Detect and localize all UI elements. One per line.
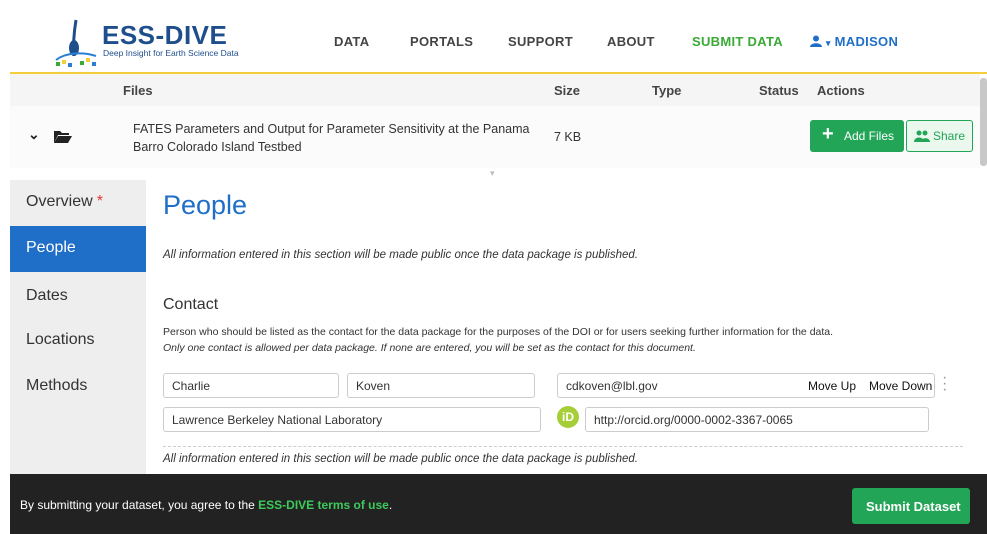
section-divider: [163, 446, 963, 447]
users-icon: [914, 130, 930, 142]
add-files-button[interactable]: + Add Files: [810, 120, 904, 152]
required-marker: *: [96, 193, 103, 210]
site-header: ESS-DIVE Deep Insight for Earth Science …: [10, 10, 987, 72]
files-table-header: Files Size Type Status Actions: [10, 74, 980, 106]
table-row: ⌄ FATES Parameters and Output for Parame…: [10, 106, 980, 168]
submit-dataset-button[interactable]: Submit Dataset: [852, 488, 970, 524]
contact-note: Only one contact is allowed per data pac…: [163, 342, 696, 354]
sidebar-item-label: Overview: [26, 193, 93, 210]
col-size: Size: [554, 83, 581, 98]
people-section: People All information entered in this s…: [146, 180, 980, 474]
user-name: MADISON: [834, 34, 899, 49]
orcid-field[interactable]: http://orcid.org/0000-0002-3367-0065: [585, 407, 929, 432]
contact-heading: Contact: [163, 296, 219, 313]
sidebar-item-dates[interactable]: Dates: [10, 274, 146, 320]
more-options-icon[interactable]: · · ·: [942, 370, 947, 398]
nav-portals[interactable]: PORTALS: [410, 34, 473, 49]
share-button[interactable]: Share: [906, 120, 973, 152]
nav-about[interactable]: ABOUT: [607, 34, 655, 49]
folder-open-icon: [54, 131, 72, 143]
terms-notice: By submitting your dataset, you agree to…: [20, 498, 392, 512]
sidebar-item-label: Locations: [26, 331, 95, 348]
sidebar-item-locations[interactable]: Locations: [10, 318, 146, 364]
terms-text-end: .: [388, 498, 393, 512]
sidebar-item-label: People: [26, 239, 76, 256]
ess-dive-logo[interactable]: ESS-DIVE Deep Insight for Earth Science …: [50, 16, 240, 70]
col-type: Type: [652, 83, 682, 98]
file-package-name: FATES Parameters and Output for Paramete…: [133, 122, 530, 154]
public-notice-bottom: All information entered in this section …: [163, 453, 638, 465]
terms-of-use-link[interactable]: ESS-DIVE terms of use: [258, 498, 389, 512]
submit-footer: By submitting your dataset, you agree to…: [10, 474, 987, 534]
plus-icon: +: [822, 123, 834, 145]
email-value: cdkoven@lbl.gov: [566, 379, 658, 393]
sidebar-item-people[interactable]: People: [10, 226, 146, 272]
file-size: 7 KB: [554, 130, 582, 144]
email-field[interactable]: cdkoven@lbl.gov Move Up Move Down: [557, 373, 935, 398]
last-name-field[interactable]: Koven: [347, 373, 535, 398]
move-up-button[interactable]: Move Up: [808, 379, 856, 393]
col-files: Files: [123, 83, 153, 98]
caret-down-icon: ▾: [825, 38, 831, 48]
sidebar-item-label: Dates: [26, 287, 68, 304]
organization-field[interactable]: Lawrence Berkeley National Laboratory: [163, 407, 541, 432]
orcid-icon: iD: [557, 406, 579, 428]
user-icon: [810, 35, 822, 47]
col-actions: Actions: [817, 83, 865, 98]
move-down-button[interactable]: Move Down: [869, 379, 932, 393]
terms-text: By submitting your dataset, you agree to…: [20, 498, 259, 512]
page-title: People: [163, 190, 248, 220]
submit-dataset-label: Submit Dataset: [866, 499, 961, 514]
first-name-field[interactable]: Charlie: [163, 373, 339, 398]
collapse-handle-icon[interactable]: ▾: [490, 168, 495, 179]
user-menu[interactable]: ▾ MADISON: [810, 34, 898, 49]
contact-description: Person who should be listed as the conta…: [163, 326, 834, 338]
public-notice: All information entered in this section …: [163, 249, 638, 261]
sidebar-item-overview[interactable]: Overview *: [10, 180, 146, 226]
nav-submit-data[interactable]: SUBMIT DATA: [692, 34, 783, 49]
add-files-label: Add Files: [844, 129, 895, 143]
nav-data[interactable]: DATA: [334, 34, 369, 49]
logo-text: ESS-DIVE: [102, 20, 228, 50]
logo-tagline: Deep Insight for Earth Science Data: [103, 48, 239, 58]
sidebar-item-methods[interactable]: Methods: [10, 364, 146, 410]
col-status: Status: [759, 83, 799, 98]
editor-sidebar: Overview * People Dates Locations Methods: [10, 180, 146, 474]
chevron-down-icon[interactable]: ⌄: [28, 126, 40, 143]
share-label: Share: [933, 129, 966, 143]
sidebar-item-label: Methods: [26, 377, 88, 394]
nav-support[interactable]: SUPPORT: [508, 34, 573, 49]
logo-graphic-icon: [55, 19, 97, 67]
scrollbar-thumb[interactable]: [980, 78, 987, 166]
